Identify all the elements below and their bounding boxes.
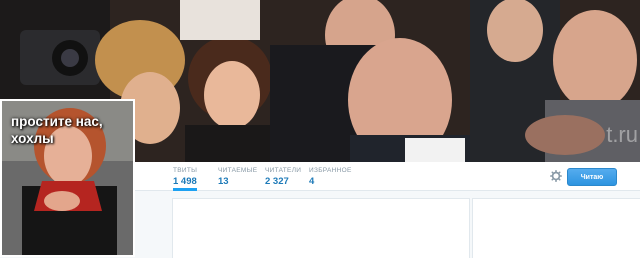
stat-label: ТВИТЫ xyxy=(173,167,198,174)
sidebar-panel xyxy=(472,198,640,258)
stat-favorites[interactable]: ИЗБРАННОЕ 4 xyxy=(309,166,352,188)
image-watermark: t.ru xyxy=(606,122,638,147)
stat-label: ЧИТАЕМЫЕ xyxy=(218,167,258,174)
stat-value: 2 327 xyxy=(265,176,289,187)
stat-value: 4 xyxy=(309,176,315,187)
gear-icon[interactable] xyxy=(550,170,562,182)
stat-following[interactable]: ЧИТАЕМЫЕ 13 xyxy=(218,166,257,188)
stat-value: 1 498 xyxy=(173,176,197,187)
stat-tweets[interactable]: ТВИТЫ 1 498 xyxy=(173,166,198,191)
stat-followers[interactable]: ЧИТАТЕЛИ 2 327 xyxy=(265,166,301,188)
avatar-caption: простите нас, хохлы xyxy=(11,114,103,146)
stat-label: ЧИТАТЕЛИ xyxy=(265,167,302,174)
stat-value: 13 xyxy=(218,176,229,187)
following-button[interactable]: Читаю xyxy=(567,168,617,186)
timeline-panel xyxy=(172,198,470,258)
stat-label: ИЗБРАННОЕ xyxy=(309,167,352,174)
